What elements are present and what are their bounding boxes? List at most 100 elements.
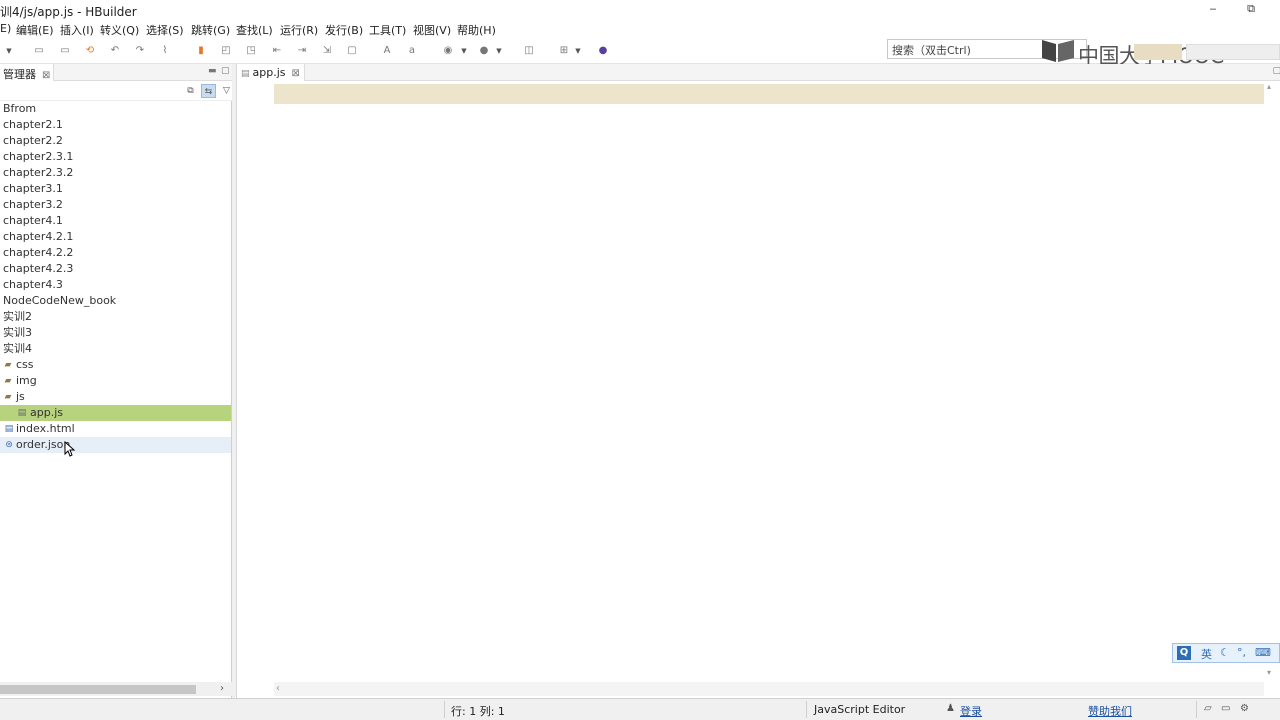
perspective-area[interactable] [1186, 44, 1280, 60]
menu-file[interactable]: E) [0, 22, 11, 35]
explorer-tools: ⧉ ⇆ ▽ [0, 81, 232, 101]
tree-item[interactable]: chapter4.1 [0, 213, 231, 229]
prev-edit-icon[interactable]: ◰ [219, 44, 233, 58]
tree-item[interactable]: chapter2.3.2 [0, 165, 231, 181]
tree-folder-js[interactable]: ▰ js [0, 389, 231, 405]
link-editor-icon[interactable]: ⇆ [201, 84, 216, 98]
run-device-icon[interactable]: ● [477, 44, 491, 58]
js-file-icon: ▤ [17, 408, 27, 418]
bookmark-icon[interactable]: ▮ [194, 44, 208, 58]
tree-file-index-html[interactable]: ▤ index.html [0, 421, 231, 437]
editor-hscrollbar[interactable]: ‹ [274, 682, 1264, 696]
preview-icon[interactable]: ◫ [522, 44, 536, 58]
tree-item[interactable]: Bfrom [0, 101, 231, 117]
close-icon[interactable]: ⊠ [292, 68, 300, 79]
ime-lang-toggle[interactable]: 英 [1201, 646, 1212, 662]
window-icon[interactable]: ▢ [345, 44, 359, 58]
ime-moon-icon[interactable]: ☾ [1220, 646, 1230, 659]
layout-icon[interactable]: ▱ [1204, 703, 1212, 714]
collapse-all-icon[interactable]: ⧉ [183, 84, 198, 98]
menu-select[interactable]: 选择(S) [146, 22, 184, 38]
ime-keyboard-icon[interactable]: ⌨ [1255, 646, 1271, 659]
tree-item[interactable]: chapter2.3.1 [0, 149, 231, 165]
plugin-dropdown-icon[interactable]: ▼ [575, 44, 581, 58]
settings-icon[interactable]: ⚙ [1240, 703, 1249, 714]
device-dropdown-icon[interactable]: ▼ [496, 44, 502, 58]
menu-edit[interactable]: 编辑(E) [16, 22, 54, 38]
scroll-left-icon[interactable]: ‹ [276, 683, 280, 694]
menu-tools[interactable]: 工具(T) [369, 22, 406, 38]
perspective-tab[interactable] [1134, 44, 1182, 60]
project-explorer: 管理器 ⊠ ▬ ▢ ⧉ ⇆ ▽ Bfrom chapter2.1 chapter2… [0, 64, 232, 698]
explorer-hscrollbar[interactable]: › [0, 682, 232, 696]
tree-item[interactable]: chapter2.2 [0, 133, 231, 149]
cursor-position: 行: 1 列: 1 [451, 705, 505, 718]
title-bar: 训4/js/app.js - HBuilder ‒ ⧉ [0, 0, 1280, 20]
close-icon[interactable]: ⊠ [42, 70, 50, 81]
window-layout-icon[interactable]: ▭ [1221, 703, 1230, 714]
tree-file-app-js[interactable]: ▤ app.js [0, 405, 231, 421]
back-icon[interactable]: ⇤ [270, 44, 284, 58]
font-larger-icon[interactable]: A [380, 44, 394, 58]
save-icon[interactable]: ▭ [32, 44, 46, 58]
menu-help[interactable]: 帮助(H) [457, 22, 496, 38]
folder-icon: ▰ [4, 360, 12, 370]
user-icon: ♟ [946, 703, 955, 714]
format-icon[interactable]: ⌇ [158, 44, 172, 58]
restore-button[interactable]: ⧉ [1241, 2, 1261, 18]
ime-punct-icon[interactable]: °, [1237, 646, 1246, 659]
redo-icon[interactable]: ↷ [133, 44, 147, 58]
editor-vscrollbar[interactable]: ▴ ▾ [1264, 82, 1280, 682]
plugin-icon[interactable]: ⊞ [557, 44, 571, 58]
new-dropdown-icon[interactable]: ▼ [6, 44, 12, 58]
next-edit-icon[interactable]: ◳ [244, 44, 258, 58]
tab-explorer[interactable]: 管理器 ⊠ [0, 64, 55, 81]
tree-item[interactable]: chapter3.1 [0, 181, 231, 197]
minimize-button[interactable]: ‒ [1203, 2, 1223, 18]
editor-minmax-icon[interactable]: ▢ [1272, 66, 1280, 76]
font-smaller-icon[interactable]: a [405, 44, 419, 58]
login-link[interactable]: 登录 [960, 703, 982, 719]
menu-run[interactable]: 运行(R) [280, 22, 318, 38]
view-menu-icon[interactable]: ▽ [219, 84, 234, 98]
status-separator [806, 701, 807, 718]
scroll-down-icon[interactable]: ▾ [1267, 668, 1271, 677]
menu-insert[interactable]: 插入(I) [60, 22, 94, 38]
tree-item[interactable]: chapter4.2.1 [0, 229, 231, 245]
tree-item[interactable]: chapter4.2.3 [0, 261, 231, 277]
revert-icon[interactable]: ⟲ [83, 44, 97, 58]
menu-publish[interactable]: 发行(B) [325, 22, 363, 38]
tree-item[interactable]: chapter2.1 [0, 117, 231, 133]
menu-view[interactable]: 视图(V) [413, 22, 451, 38]
ime-logo-icon[interactable]: Q [1177, 646, 1191, 660]
tree-item[interactable]: chapter4.2.2 [0, 245, 231, 261]
ime-toolbar[interactable]: Q 英 ☾ °, ⌨ [1172, 643, 1280, 663]
tree-folder-css[interactable]: ▰ css [0, 357, 231, 373]
run-dropdown-icon[interactable]: ▼ [461, 44, 467, 58]
maximize-panel-icon[interactable]: ▢ [221, 66, 230, 76]
tree-item[interactable]: chapter4.3 [0, 277, 231, 293]
tree-item[interactable]: 实训2 [0, 309, 231, 325]
run-browser-icon[interactable]: ◉ [441, 44, 455, 58]
tree-item[interactable]: chapter3.2 [0, 197, 231, 213]
tab-app-js[interactable]: ▤ app.js ⊠ [237, 64, 305, 81]
minimize-panel-icon[interactable]: ▬ [208, 66, 217, 76]
tree-file-order-json[interactable]: ⊜ order.json [0, 437, 231, 457]
tree-item[interactable]: NodeCodeNew_book [0, 293, 231, 309]
undo-icon[interactable]: ↶ [108, 44, 122, 58]
jump-icon[interactable]: ⇲ [320, 44, 334, 58]
sponsor-link[interactable]: 赞助我们 [1088, 703, 1132, 719]
current-line-highlight[interactable] [274, 84, 1264, 104]
scrollbar-thumb[interactable] [0, 685, 196, 694]
scroll-up-icon[interactable]: ▴ [1267, 82, 1271, 91]
tree-item[interactable]: 实训3 [0, 325, 231, 341]
menu-goto[interactable]: 跳转(G) [191, 22, 230, 38]
menu-escape[interactable]: 转义(Q) [100, 22, 139, 38]
tree-item[interactable]: 实训4 [0, 341, 231, 357]
forward-icon[interactable]: ⇥ [295, 44, 309, 58]
menu-find[interactable]: 查找(L) [236, 22, 273, 38]
scroll-right-icon[interactable]: › [220, 683, 224, 694]
save-all-icon[interactable]: ▭ [58, 44, 72, 58]
tree-folder-img[interactable]: ▰ img [0, 373, 231, 389]
globe-icon[interactable]: ● [596, 44, 610, 58]
